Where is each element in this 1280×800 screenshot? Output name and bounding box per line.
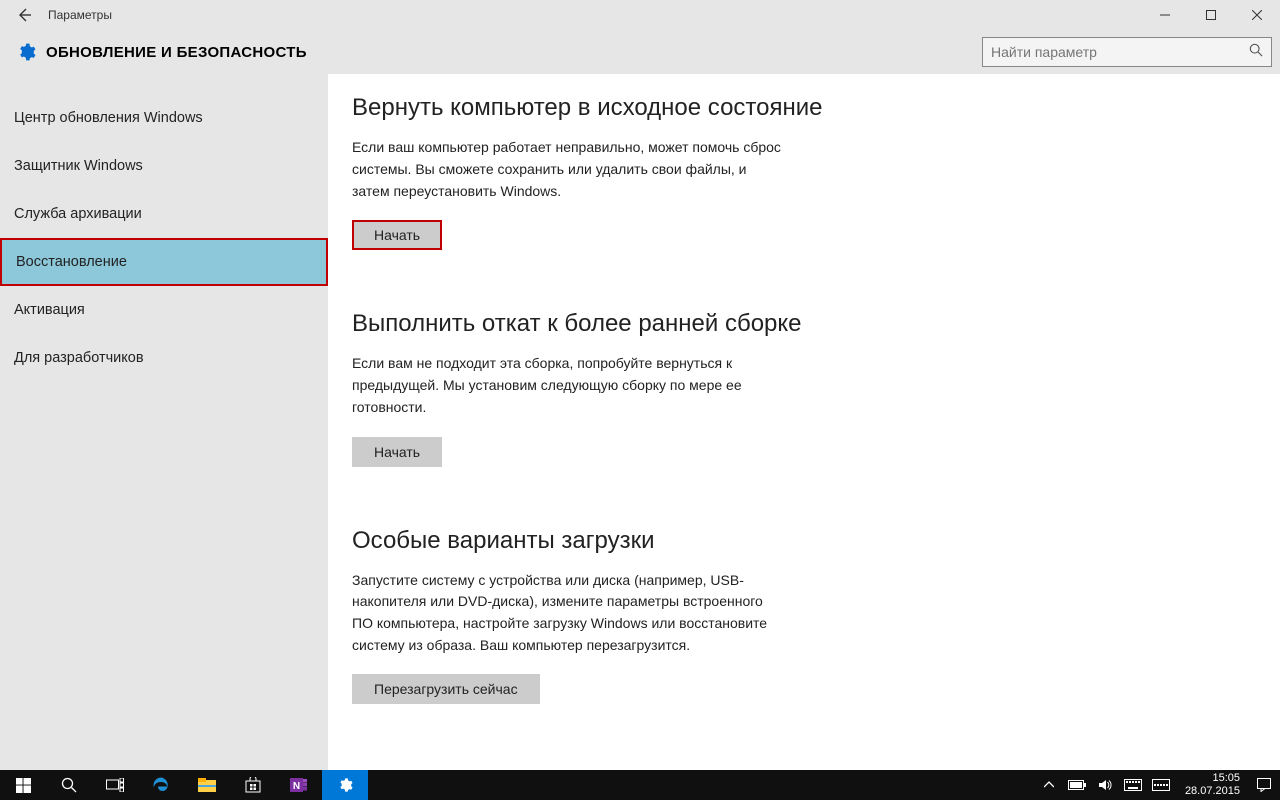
settings-taskbar-icon[interactable]	[322, 770, 368, 800]
rollback-start-button[interactable]: Начать	[352, 437, 442, 467]
sidebar: Центр обновления Windows Защитник Window…	[0, 74, 328, 770]
sidebar-item-developers[interactable]: Для разработчиков	[0, 334, 328, 382]
sidebar-item-label: Для разработчиков	[14, 350, 144, 366]
reset-description: Если ваш компьютер работает неправильно,…	[352, 137, 782, 202]
advanced-heading: Особые варианты загрузки	[352, 525, 1256, 556]
sidebar-item-recovery[interactable]: Восстановление	[0, 238, 328, 286]
sidebar-item-windows-update[interactable]: Центр обновления Windows	[0, 94, 328, 142]
minimize-button[interactable]	[1142, 0, 1188, 30]
action-center-icon[interactable]	[1254, 770, 1274, 800]
back-button[interactable]	[0, 0, 48, 30]
volume-icon[interactable]	[1095, 770, 1115, 800]
search-input[interactable]	[982, 37, 1272, 67]
advanced-description: Запустите систему с устройства или диска…	[352, 570, 782, 657]
task-view-icon[interactable]	[92, 770, 138, 800]
keyboard-layout-icon[interactable]	[1151, 770, 1171, 800]
sidebar-item-label: Центр обновления Windows	[14, 110, 203, 126]
tray-chevron-up-icon[interactable]	[1039, 770, 1059, 800]
edge-icon[interactable]	[138, 770, 184, 800]
restart-now-button[interactable]: Перезагрузить сейчас	[352, 674, 540, 704]
reset-start-button[interactable]: Начать	[352, 220, 442, 250]
search-taskbar-icon[interactable]	[46, 770, 92, 800]
battery-icon[interactable]	[1067, 770, 1087, 800]
close-button[interactable]	[1234, 0, 1280, 30]
keyboard-icon[interactable]	[1123, 770, 1143, 800]
clock-time: 15:05	[1185, 772, 1240, 785]
sidebar-item-label: Служба архивации	[14, 206, 142, 222]
sidebar-item-label: Защитник Windows	[14, 158, 143, 174]
rollback-description: Если вам не подходит эта сборка, попробу…	[352, 353, 782, 418]
sidebar-item-activation[interactable]: Активация	[0, 286, 328, 334]
clock[interactable]: 15:05 28.07.2015	[1179, 772, 1246, 797]
sidebar-item-backup[interactable]: Служба архивации	[0, 190, 328, 238]
taskbar: N 15:05 28.07.2015	[0, 770, 1280, 800]
rollback-heading: Выполнить откат к более ранней сборке	[352, 308, 1256, 339]
start-button[interactable]	[0, 770, 46, 800]
maximize-button[interactable]	[1188, 0, 1234, 30]
page-title: ОБНОВЛЕНИЕ И БЕЗОПАСНОСТЬ	[46, 44, 307, 61]
sidebar-item-label: Восстановление	[16, 254, 127, 270]
sidebar-item-label: Активация	[14, 302, 85, 318]
clock-date: 28.07.2015	[1185, 785, 1240, 798]
file-explorer-icon[interactable]	[184, 770, 230, 800]
svg-text:N: N	[293, 781, 300, 792]
sidebar-item-defender[interactable]: Защитник Windows	[0, 142, 328, 190]
gear-icon	[16, 42, 36, 62]
content-area: Вернуть компьютер в исходное состояние Е…	[328, 74, 1280, 770]
onenote-icon[interactable]: N	[276, 770, 322, 800]
reset-heading: Вернуть компьютер в исходное состояние	[352, 92, 1256, 123]
window-title: Параметры	[48, 8, 1142, 22]
search-icon	[1249, 43, 1263, 62]
store-icon[interactable]	[230, 770, 276, 800]
